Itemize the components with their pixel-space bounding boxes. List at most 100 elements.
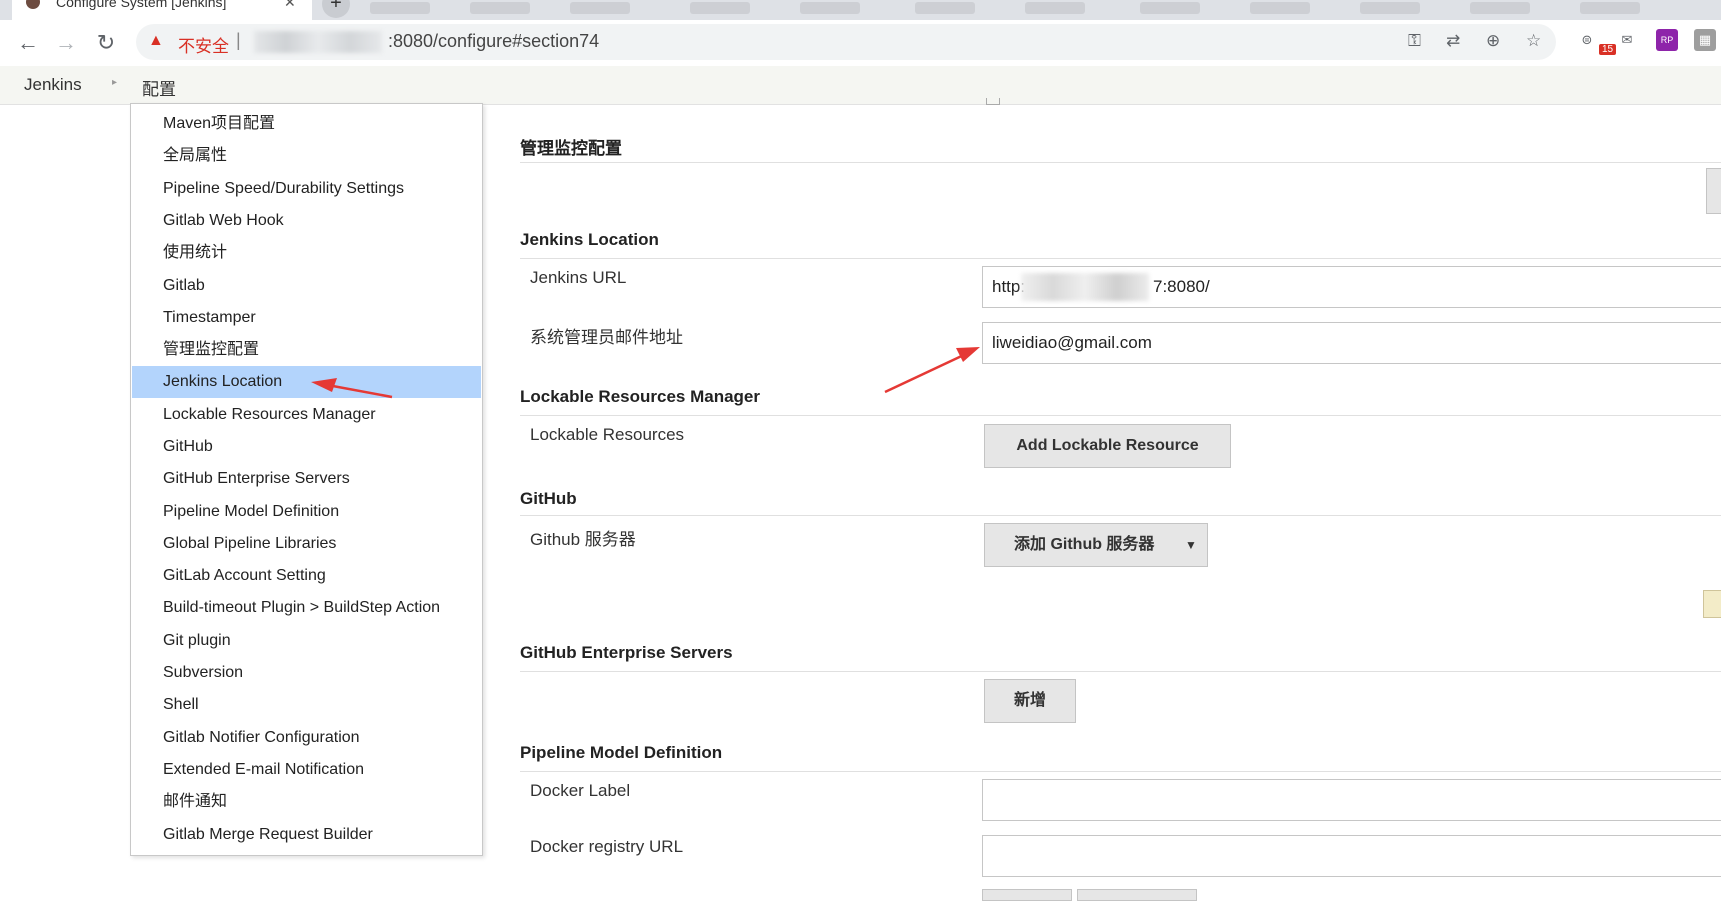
bookmark-star-icon[interactable]: ☆ (1526, 31, 1541, 51)
breadcrumb-jenkins[interactable]: Jenkins (24, 75, 82, 95)
breadcrumb-configure[interactable]: 配置 (142, 75, 176, 100)
docker-label-label: Docker Label (530, 781, 631, 800)
menu-item[interactable]: Pipeline Speed/Durability Settings (132, 173, 481, 205)
browser-toolbar: ← → ↻ ▲ 不安全 | :8080/configure#section74 … (0, 20, 1721, 66)
forward-arrow-icon[interactable]: → (52, 29, 80, 57)
menu-item[interactable]: Gitlab (132, 270, 481, 302)
section-title-location: Jenkins Location (520, 230, 659, 249)
background-tab[interactable] (570, 2, 630, 14)
jenkins-favicon-icon (26, 0, 40, 9)
extension-icon[interactable]: ⊜ (1576, 29, 1598, 51)
url-text[interactable]: :8080/configure#section74 (388, 31, 599, 52)
add-github-server-button[interactable]: 添加 Github 服务器 ▼ (984, 523, 1208, 567)
menu-item[interactable]: 全局属性 (132, 140, 481, 172)
breadcrumb: Jenkins ▸ 配置 (0, 66, 1721, 105)
menu-item[interactable]: Pipeline Model Definition (132, 496, 481, 528)
mail-count-badge: 15 (1599, 44, 1617, 55)
background-tab[interactable] (470, 2, 530, 14)
admin-email-field[interactable]: liweidiao@gmail.com (982, 322, 1721, 364)
menu-item[interactable]: GitHub (132, 431, 481, 463)
add-github-server-label: 添加 Github 服务器 (1014, 536, 1155, 553)
section-divider (520, 671, 1721, 672)
background-tab[interactable] (1470, 2, 1530, 14)
menu-item[interactable]: Build-timeout Plugin > BuildStep Action (132, 592, 481, 624)
translate-icon[interactable]: ⇄ (1446, 31, 1460, 51)
tab-title: Configure System [Jenkins] (56, 0, 227, 10)
address-bar[interactable]: ▲ 不安全 | :8080/configure#section74 ⚿ ⇄ ⊕ … (136, 24, 1556, 60)
section-title-lockable: Lockable Resources Manager (520, 387, 760, 406)
jenkins-url-label: Jenkins URL (530, 268, 627, 287)
zoom-icon[interactable]: ⊕ (1486, 31, 1500, 51)
menu-item[interactable]: Git plugin (132, 625, 481, 657)
menu-item[interactable]: Jenkins Location (132, 366, 481, 398)
add-lockable-resource-button[interactable]: Add Lockable Resource (984, 424, 1231, 468)
breadcrumb-chevron-icon: ▸ (112, 77, 118, 88)
new-tab-button[interactable]: + (322, 0, 350, 18)
section-divider (520, 258, 1721, 259)
background-tab[interactable] (915, 2, 975, 14)
extension-puzzle-icon[interactable]: ▦ (1694, 29, 1716, 51)
background-tab[interactable] (800, 2, 860, 14)
menu-item[interactable]: Extended E-mail Notification (132, 754, 481, 786)
section-divider (520, 162, 1721, 163)
menu-item[interactable]: Maven项目配置 (132, 108, 481, 140)
mail-extension-icon[interactable]: ✉ (1616, 29, 1638, 51)
background-tab[interactable] (1140, 2, 1200, 14)
section-divider (520, 771, 1721, 772)
section-dropdown-menu: Maven项目配置 全局属性 Pipeline Speed/Durability S… (130, 103, 483, 856)
monitor-button[interactable] (1706, 168, 1721, 214)
admin-email-value: liweidiao@gmail.com (992, 333, 1152, 352)
active-tab[interactable]: Configure System [Jenkins] ✕ (12, 0, 312, 20)
menu-item[interactable]: Global Pipeline Libraries (132, 528, 481, 560)
menu-item[interactable]: 使用统计 (132, 237, 481, 269)
insecure-label[interactable]: 不安全 (178, 32, 229, 57)
menu-item[interactable]: Gitlab Merge Request Builder (132, 819, 481, 851)
rp-extension-icon[interactable]: RP (1656, 29, 1678, 51)
jenkins-url-field[interactable]: http:/ 7:8080/ (982, 266, 1721, 308)
menu-item[interactable]: Subversion (132, 657, 481, 689)
admin-email-label: 系统管理员邮件地址 (530, 328, 683, 347)
section-title-monitor: 管理监控配置 (520, 139, 622, 158)
blurred-hostname (254, 31, 382, 53)
blurred-host (1021, 273, 1149, 301)
checkbox-remnant[interactable] (986, 98, 1000, 105)
arrow-to-email-field (884, 347, 980, 394)
pipeline-button-partial[interactable] (1077, 889, 1197, 901)
add-enterprise-server-button[interactable]: 新增 (984, 679, 1076, 723)
background-tab[interactable] (1580, 2, 1640, 14)
browser-tab-strip: Configure System [Jenkins] ✕ + (0, 0, 1721, 20)
menu-item[interactable]: Shell (132, 689, 481, 721)
pipeline-button-partial[interactable] (982, 889, 1072, 901)
section-title-enterprise: GitHub Enterprise Servers (520, 643, 733, 662)
menu-item[interactable]: Lockable Resources Manager (132, 399, 481, 431)
background-tab[interactable] (690, 2, 750, 14)
tab-close-icon[interactable]: ✕ (284, 0, 296, 11)
menu-item[interactable]: Gitlab Notifier Configuration (132, 722, 481, 754)
background-tab[interactable] (1250, 2, 1310, 14)
menu-item[interactable]: Timestamper (132, 302, 481, 334)
menu-item[interactable]: GitLab Account Setting (132, 560, 481, 592)
docker-registry-label: Docker registry URL (530, 837, 684, 856)
docker-registry-field[interactable] (982, 835, 1721, 877)
menu-item[interactable]: GitHub Enterprise Servers (132, 463, 481, 495)
section-title-pipeline: Pipeline Model Definition (520, 743, 723, 762)
docker-label-field[interactable] (982, 779, 1721, 821)
section-title-github: GitHub (520, 489, 577, 508)
menu-item[interactable]: Gitlab Web Hook (132, 205, 481, 237)
lockable-resources-label: Lockable Resources (530, 425, 685, 444)
warning-triangle-icon: ▲ (148, 32, 164, 49)
key-icon[interactable]: ⚿ (1408, 31, 1421, 51)
background-tab[interactable] (1360, 2, 1420, 14)
menu-item[interactable]: 管理监控配置 (132, 334, 481, 366)
background-tab[interactable] (1025, 2, 1085, 14)
background-tab[interactable] (370, 2, 430, 14)
notepad-help-icon[interactable] (1703, 590, 1721, 618)
reload-icon[interactable]: ↻ (92, 29, 120, 57)
back-arrow-icon[interactable]: ← (14, 29, 42, 57)
section-divider (520, 515, 1721, 516)
jenkins-url-suffix: 7:8080/ (1153, 277, 1210, 296)
section-divider (520, 415, 1721, 416)
github-servers-label: Github 服务器 (530, 530, 636, 549)
address-separator: | (236, 30, 241, 50)
menu-item[interactable]: 邮件通知 (132, 786, 481, 818)
